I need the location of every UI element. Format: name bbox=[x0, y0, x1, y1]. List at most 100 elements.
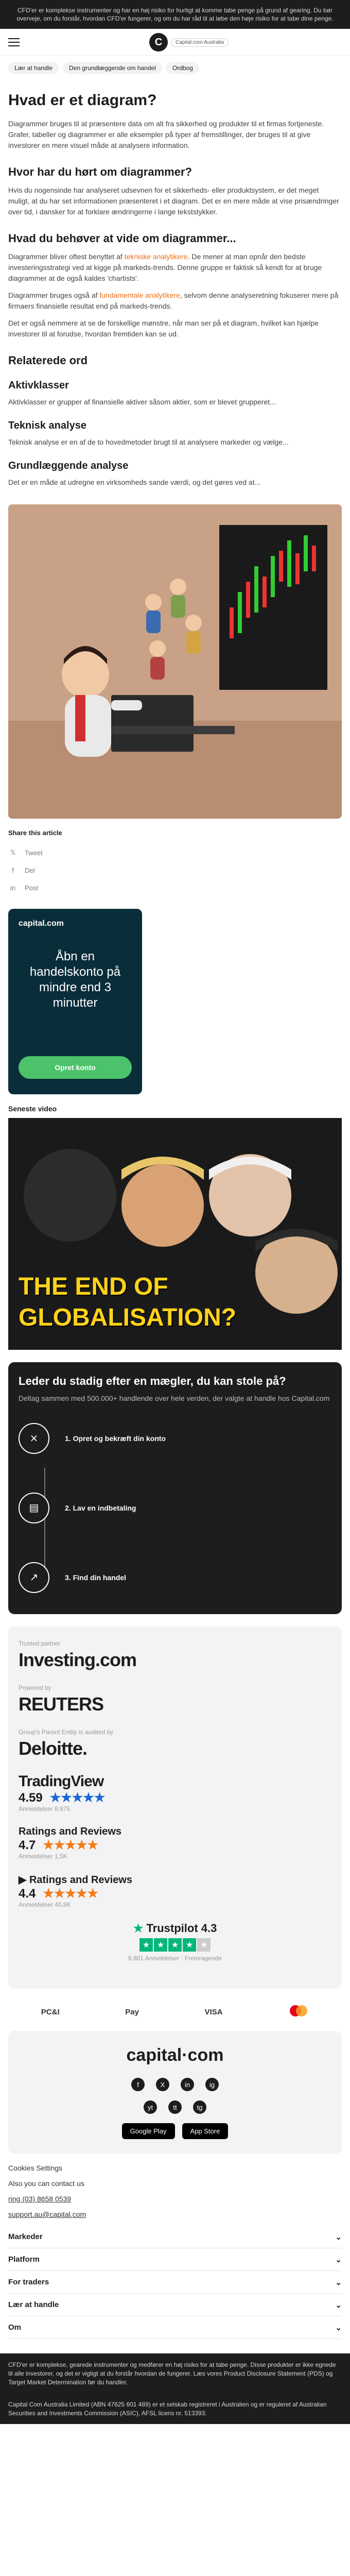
video-section-title: Seneste video bbox=[8, 1105, 57, 1113]
related-heading: Relaterede ord bbox=[8, 354, 88, 367]
app-store-button[interactable]: App Store bbox=[182, 2123, 229, 2139]
trustpilot-rating: ★ Trustpilot 4.3 ★ ★ ★ ★ ★ 8.801 Anmelde… bbox=[19, 1922, 331, 1962]
investing-logo: Investing.com bbox=[19, 1649, 137, 1670]
facebook-icon[interactable]: f bbox=[131, 2078, 145, 2091]
social-links: f X in ig bbox=[19, 2078, 331, 2091]
steps-subtitle: Deltag sammen med 500.000+ handlende ove… bbox=[19, 1394, 330, 1402]
promo-text: Åbn en handelskonto på mindre end 3 minu… bbox=[29, 950, 121, 1010]
telegram-icon[interactable]: tg bbox=[193, 2100, 206, 2114]
page: CFD'er er komplekse instrumenter og har … bbox=[0, 0, 350, 2424]
payment-methods: PC&I Pay VISA bbox=[8, 1999, 342, 2025]
auditor: Group's Parent Entity is audited by Delo… bbox=[19, 1728, 331, 1759]
page-title: Hvad er et diagram? bbox=[8, 92, 157, 109]
cookies-settings-link[interactable]: Cookies Settings bbox=[8, 2164, 342, 2172]
related-item-text: Aktivklasser er grupper af finansielle a… bbox=[8, 398, 276, 406]
step-item[interactable]: ⨯ 1. Opret og bekræft din konto bbox=[19, 1414, 331, 1463]
chevron-down-icon: ⌄ bbox=[335, 2255, 342, 2264]
footer-menu-about[interactable]: Om ⌄ bbox=[8, 2316, 342, 2339]
bottom-disclaimer: CFD'er er komplekse, gearede instrumente… bbox=[0, 2353, 350, 2394]
mastercard-logo bbox=[288, 2004, 309, 2020]
phone-link[interactable]: ring (03) 8658 0539 bbox=[8, 2195, 342, 2203]
share-twitter[interactable]: 𝕏 Tweet bbox=[8, 844, 342, 861]
chevron-down-icon: ⌄ bbox=[335, 2232, 342, 2242]
user-add-icon: ⨯ bbox=[19, 1422, 49, 1454]
promo-logo: capital.com bbox=[19, 919, 64, 928]
app-stores: Google Play App Store bbox=[19, 2123, 331, 2139]
tradingview-rating: TradingView 4.59 ★★★★★ Anmeldelser 8.975 bbox=[19, 1773, 331, 1812]
create-account-button[interactable]: Opret konto bbox=[19, 1056, 132, 1079]
related-item-title[interactable]: Grundlæggende analyse bbox=[8, 460, 342, 472]
x-icon: 𝕏 bbox=[10, 849, 16, 856]
contact-text: Also you can contact us bbox=[8, 2179, 84, 2188]
footer-menu-traders[interactable]: For traders ⌄ bbox=[8, 2271, 342, 2294]
powered-by: Powered by REUTERS bbox=[19, 1684, 331, 1715]
linkedin-icon: in bbox=[10, 884, 16, 892]
breadcrumb-item[interactable]: Lær at handle bbox=[8, 62, 59, 74]
chevron-down-icon: ⌄ bbox=[335, 2323, 342, 2332]
breadcrumb: Lær at handle Den grundlæggende om hande… bbox=[0, 56, 350, 80]
chart-icon: ↗ bbox=[19, 1562, 49, 1593]
section-text: Hvis du nogensinde har analyseret udsevn… bbox=[8, 186, 339, 216]
section-text: Det er også nemmere at se de forskellige… bbox=[8, 319, 319, 338]
steps-title: Leder du stadig efter en mægler, du kan … bbox=[19, 1375, 286, 1387]
x-icon[interactable]: X bbox=[156, 2078, 169, 2091]
related-item-text: Det er en måde at udregne en virksomheds… bbox=[8, 478, 261, 486]
related-item-title[interactable]: Aktivklasser bbox=[8, 380, 342, 392]
signup-promo: capital.com Åbn en handelskonto på mindr… bbox=[8, 909, 142, 1094]
deloitte-logo: Deloitte. bbox=[19, 1738, 87, 1759]
email-link[interactable]: support.au@capital.com bbox=[8, 2210, 342, 2218]
fundamental-analysts-link[interactable]: fundamentale analytikere bbox=[99, 291, 180, 299]
star-icons: ★★★★★ bbox=[43, 1838, 98, 1852]
wallet-icon: ▤ bbox=[19, 1492, 49, 1523]
chevron-down-icon: ⌄ bbox=[335, 2300, 342, 2310]
video-thumbnail[interactable]: THE END OF GLOBALISATION? bbox=[8, 1118, 342, 1350]
footer-menu-learn[interactable]: Lær at handle ⌄ bbox=[8, 2294, 342, 2316]
section-text: Diagrammer bliver oftest benyttet af tek… bbox=[8, 252, 322, 282]
linkedin-icon[interactable]: in bbox=[181, 2078, 194, 2091]
step-item[interactable]: ↗ 3. Find din handel bbox=[19, 1553, 331, 1602]
step-item[interactable]: ▤ 2. Lav en indbetaling bbox=[19, 1483, 331, 1532]
region-badge[interactable]: Capital.com Australia bbox=[171, 38, 229, 47]
section-text: Diagrammer bruges også af fundamentale a… bbox=[8, 291, 339, 310]
technical-analysts-link[interactable]: tekniske analytikere bbox=[125, 252, 188, 261]
share-title: Share this article bbox=[8, 829, 62, 837]
footer-menu-platform[interactable]: Platform ⌄ bbox=[8, 2248, 342, 2271]
google-play-button[interactable]: Google Play bbox=[121, 2123, 175, 2139]
footer-menu-markets[interactable]: Markeder ⌄ bbox=[8, 2226, 342, 2248]
risk-warning-top: CFD'er er komplekse instrumenter og har … bbox=[0, 0, 350, 29]
company-disclaimer: Capital Com Australia Limited (ABN 47625… bbox=[0, 2394, 350, 2424]
breadcrumb-item[interactable]: Ordbog bbox=[166, 62, 199, 74]
video-title-line2: GLOBALISATION? bbox=[19, 1304, 237, 1331]
payment-logo: PC&I bbox=[41, 2007, 60, 2016]
article-intro: Diagrammer bruges til at præsentere data… bbox=[8, 120, 324, 149]
share-facebook[interactable]: f Del bbox=[8, 861, 342, 879]
facebook-icon: f bbox=[12, 866, 14, 874]
star-icons: ★★★★★ bbox=[49, 1791, 106, 1805]
top-navbar: C Capital.com Australia bbox=[0, 29, 350, 56]
reuters-logo: REUTERS bbox=[19, 1693, 104, 1715]
trustpilot-stars: ★ ★ ★ ★ ★ bbox=[19, 1938, 331, 1952]
hero-illustration bbox=[8, 504, 342, 819]
youtube-icon[interactable]: yt bbox=[144, 2100, 157, 2114]
brand-logo[interactable]: C bbox=[149, 33, 168, 52]
section-heading: Hvor har du hørt om diagrammer? bbox=[8, 165, 192, 178]
tiktok-icon[interactable]: tt bbox=[168, 2100, 182, 2114]
steps-panel: Leder du stadig efter en mægler, du kan … bbox=[8, 1362, 342, 1614]
apple-rating: Ratings and Reviews 4.7 ★★★★★ Anmeldelser… bbox=[19, 1826, 122, 1860]
payment-logo: Pay bbox=[125, 2007, 139, 2016]
footer-logo: capital·com bbox=[126, 2045, 224, 2065]
instagram-icon[interactable]: ig bbox=[205, 2078, 219, 2091]
payment-logo: VISA bbox=[204, 2007, 223, 2016]
breadcrumb-item[interactable]: Den grundlæggende om handel bbox=[63, 62, 162, 74]
related-item-title[interactable]: Teknisk analyse bbox=[8, 420, 342, 432]
related-item-text: Teknisk analyse er en af de to hovedmeto… bbox=[8, 438, 289, 446]
google-play-icon: ▶ bbox=[19, 1874, 27, 1886]
chevron-down-icon: ⌄ bbox=[335, 2278, 342, 2287]
trader-illustration bbox=[8, 504, 342, 819]
trustpilot-star-icon: ★ bbox=[133, 1922, 144, 1935]
trust-panel: Trusted partner Investing.com Powered by… bbox=[8, 1626, 342, 1989]
video-title-line1: THE END OF bbox=[19, 1273, 168, 1300]
trusted-partner: Trusted partner Investing.com bbox=[19, 1640, 331, 1671]
menu-icon[interactable] bbox=[8, 38, 20, 46]
share-linkedin[interactable]: in Post bbox=[8, 879, 342, 896]
